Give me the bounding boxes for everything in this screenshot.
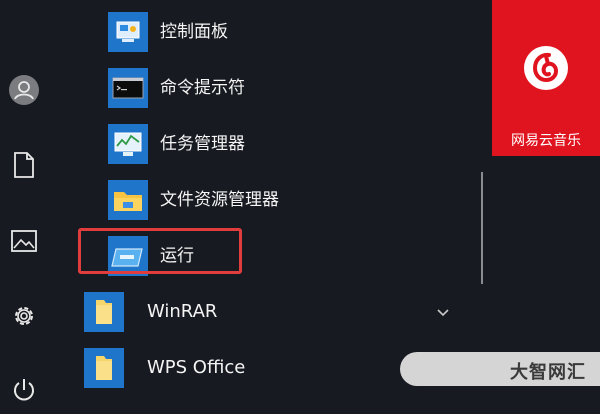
command-prompt-icon — [108, 68, 148, 108]
task-manager-icon — [108, 124, 148, 164]
file-explorer-icon — [108, 180, 148, 220]
pictures-icon[interactable] — [0, 217, 48, 265]
run-highlight-box — [78, 228, 242, 274]
list-item-control-panel[interactable]: 控制面板 — [48, 4, 480, 60]
list-group-winrar[interactable]: WinRAR — [48, 284, 480, 340]
watermark-text: 大智网汇 — [510, 362, 586, 383]
netease-music-icon — [524, 46, 568, 90]
user-avatar-icon[interactable] — [0, 66, 48, 114]
start-sidebar — [0, 0, 48, 401]
document-icon[interactable] — [0, 141, 48, 189]
settings-icon[interactable] — [0, 292, 48, 340]
list-item-task-manager[interactable]: 任务管理器 — [48, 116, 480, 172]
list-item-label: 文件资源管理器 — [160, 190, 279, 210]
netease-music-tile[interactable]: 网易云音乐 — [492, 0, 600, 156]
folder-icon — [84, 348, 124, 388]
power-icon[interactable] — [0, 366, 48, 414]
list-item-label: 控制面板 — [160, 22, 228, 42]
list-item-label: 任务管理器 — [160, 134, 245, 154]
folder-icon — [84, 292, 124, 332]
group-label: WPS Office — [147, 357, 246, 378]
scrollbar[interactable] — [481, 172, 483, 284]
app-list: 控制面板 命令提示符 任务管理器 文件资源管理器 运行 WinRAR WPS O… — [48, 0, 480, 400]
list-item-label: 命令提示符 — [160, 78, 245, 98]
chevron-down-icon[interactable] — [436, 308, 450, 318]
list-item-command-prompt[interactable]: 命令提示符 — [48, 60, 480, 116]
tile-label: 网易云音乐 — [511, 133, 581, 149]
group-label: WinRAR — [147, 301, 218, 322]
list-item-file-explorer[interactable]: 文件资源管理器 — [48, 172, 480, 228]
control-panel-icon — [108, 12, 148, 52]
watermark: 大智网汇 — [400, 352, 600, 386]
